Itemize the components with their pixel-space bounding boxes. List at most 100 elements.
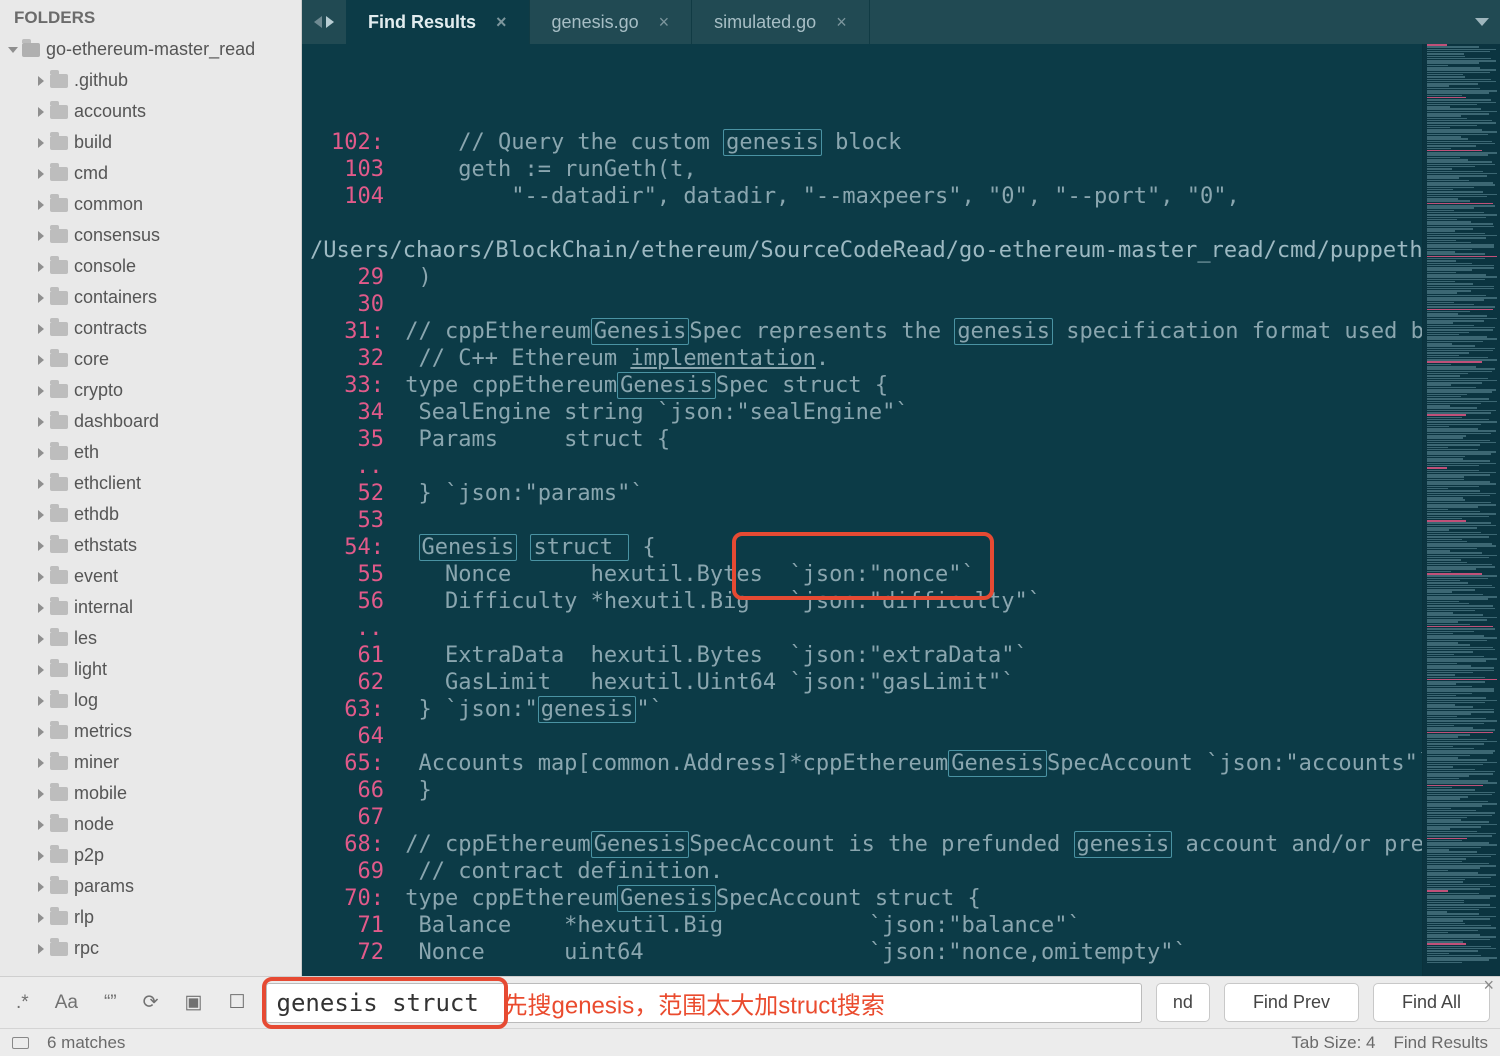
code-line[interactable]: 29 ): [302, 264, 1422, 291]
result-file-path[interactable]: /Users/chaors/BlockChain/ethereum/Source…: [302, 237, 1422, 264]
code-line[interactable]: 66 }: [302, 777, 1422, 804]
tree-folder-eth[interactable]: eth: [0, 437, 301, 468]
chevron-right-icon[interactable]: [38, 510, 44, 520]
code-line[interactable]: 65: Accounts map[common.Address]*cppEthe…: [302, 750, 1422, 777]
code-line[interactable]: 71 Balance *hexutil.Big `json:"balance"`: [302, 912, 1422, 939]
panel-icon[interactable]: [12, 1037, 29, 1049]
chevron-right-icon[interactable]: [38, 603, 44, 613]
close-icon[interactable]: ×: [1483, 975, 1494, 996]
tab-nav[interactable]: [302, 0, 346, 44]
tree-folder-build[interactable]: build: [0, 127, 301, 158]
close-icon[interactable]: ×: [836, 12, 847, 33]
status-syntax[interactable]: Find Results: [1394, 1033, 1488, 1053]
code-line[interactable]: 67: [302, 804, 1422, 831]
chevron-right-icon[interactable]: [38, 386, 44, 396]
wrap-toggle[interactable]: ⟳: [137, 987, 165, 1018]
chevron-right-icon[interactable]: [38, 76, 44, 86]
chevron-down-icon[interactable]: [8, 47, 18, 53]
status-tab-size[interactable]: Tab Size: 4: [1291, 1033, 1375, 1053]
tree-folder-log[interactable]: log: [0, 685, 301, 716]
code-line[interactable]: 56 Difficulty *hexutil.Big `json:"diffic…: [302, 588, 1422, 615]
tree-folder-p2p[interactable]: p2p: [0, 840, 301, 871]
chevron-right-icon[interactable]: [38, 355, 44, 365]
code-line[interactable]: 32 // C++ Ethereum implementation.: [302, 345, 1422, 372]
code-line[interactable]: 72 Nonce uint64 `json:"nonce,omitempty"`: [302, 939, 1422, 966]
chevron-right-icon[interactable]: [38, 169, 44, 179]
code-line[interactable]: 30: [302, 291, 1422, 318]
tree-folder-event[interactable]: event: [0, 561, 301, 592]
find-input[interactable]: [266, 983, 1142, 1023]
tree-folder-.github[interactable]: .github: [0, 65, 301, 96]
code-line[interactable]: 68: // cppEthereumGenesisSpecAccount is …: [302, 831, 1422, 858]
tree-folder-mobile[interactable]: mobile: [0, 778, 301, 809]
chevron-right-icon[interactable]: [38, 634, 44, 644]
minimap[interactable]: [1422, 44, 1500, 976]
chevron-right-icon[interactable]: [38, 944, 44, 954]
tree-folder-common[interactable]: common: [0, 189, 301, 220]
code-line[interactable]: 102: // Query the custom genesis block: [302, 129, 1422, 156]
code-line[interactable]: 54: Genesis struct {: [302, 534, 1422, 561]
chevron-right-icon[interactable]: [38, 262, 44, 272]
code-line[interactable]: 61 ExtraData hexutil.Bytes `json:"extraD…: [302, 642, 1422, 669]
chevron-right-icon[interactable]: [38, 324, 44, 334]
chevron-right-icon[interactable]: [38, 138, 44, 148]
tree-folder-crypto[interactable]: crypto: [0, 375, 301, 406]
tree-folder-les[interactable]: les: [0, 623, 301, 654]
tree-folder-internal[interactable]: internal: [0, 592, 301, 623]
chevron-right-icon[interactable]: [38, 882, 44, 892]
chevron-right-icon[interactable]: [38, 479, 44, 489]
chevron-right-icon[interactable]: [38, 820, 44, 830]
code-line[interactable]: 34 SealEngine string `json:"sealEngine"`: [302, 399, 1422, 426]
tree-folder-cmd[interactable]: cmd: [0, 158, 301, 189]
code-line[interactable]: 63: } `json:"genesis"`: [302, 696, 1422, 723]
code-line[interactable]: 55 Nonce hexutil.Bytes `json:"nonce"`: [302, 561, 1422, 588]
tab-overflow[interactable]: [1464, 0, 1500, 44]
chevron-right-icon[interactable]: [38, 231, 44, 241]
chevron-right-icon[interactable]: [38, 448, 44, 458]
tree-folder-node[interactable]: node: [0, 809, 301, 840]
code-line[interactable]: 104 "--datadir", datadir, "--maxpeers", …: [302, 183, 1422, 210]
fold-ellipsis[interactable]: ..: [302, 453, 383, 480]
tree-folder-rlp[interactable]: rlp: [0, 902, 301, 933]
code-line[interactable]: 64: [302, 723, 1422, 750]
code-line[interactable]: 35 Params struct {: [302, 426, 1422, 453]
code-line[interactable]: 52 } `json:"params"`: [302, 480, 1422, 507]
chevron-right-icon[interactable]: [38, 665, 44, 675]
tree-folder-contracts[interactable]: contracts: [0, 313, 301, 344]
in-selection-toggle[interactable]: ▣: [179, 987, 209, 1018]
fold-ellipsis[interactable]: ..: [302, 615, 383, 642]
tree-folder-containers[interactable]: containers: [0, 282, 301, 313]
tree-root[interactable]: go-ethereum-master_read: [0, 34, 301, 65]
code-line[interactable]: 53: [302, 507, 1422, 534]
tree-folder-ethstats[interactable]: ethstats: [0, 530, 301, 561]
tree-folder-ethdb[interactable]: ethdb: [0, 499, 301, 530]
chevron-right-icon[interactable]: [38, 417, 44, 427]
tree-folder-dashboard[interactable]: dashboard: [0, 406, 301, 437]
tree-folder-miner[interactable]: miner: [0, 747, 301, 778]
chevron-right-icon[interactable]: [38, 541, 44, 551]
tab-simulated-go[interactable]: simulated.go×: [692, 0, 870, 44]
chevron-right-icon[interactable]: [38, 913, 44, 923]
chevron-right-icon[interactable]: [38, 727, 44, 737]
nav-right-icon[interactable]: [326, 16, 334, 28]
close-icon[interactable]: ×: [659, 12, 670, 33]
nav-left-icon[interactable]: [314, 16, 322, 28]
tree-folder-light[interactable]: light: [0, 654, 301, 685]
chevron-right-icon[interactable]: [38, 572, 44, 582]
chevron-right-icon[interactable]: [38, 293, 44, 303]
tree-folder-core[interactable]: core: [0, 344, 301, 375]
find-button[interactable]: nd: [1156, 983, 1210, 1022]
regex-toggle[interactable]: .*: [10, 988, 35, 1018]
find-all-button[interactable]: Find All: [1373, 983, 1490, 1022]
code-line[interactable]: 33: type cppEthereumGenesisSpec struct {: [302, 372, 1422, 399]
find-prev-button[interactable]: Find Prev: [1224, 983, 1359, 1022]
code-line[interactable]: 31: // cppEthereumGenesisSpec represents…: [302, 318, 1422, 345]
close-icon[interactable]: ×: [496, 12, 507, 33]
chevron-right-icon[interactable]: [38, 107, 44, 117]
tab-genesis-go[interactable]: genesis.go×: [530, 0, 693, 44]
tree-folder-rpc[interactable]: rpc: [0, 933, 301, 964]
chevron-right-icon[interactable]: [38, 789, 44, 799]
code-line[interactable]: 69 // contract definition.: [302, 858, 1422, 885]
code-line[interactable]: 70: type cppEthereumGenesisSpecAccount s…: [302, 885, 1422, 912]
folder-tree[interactable]: go-ethereum-master_read .githubaccountsb…: [0, 34, 301, 976]
